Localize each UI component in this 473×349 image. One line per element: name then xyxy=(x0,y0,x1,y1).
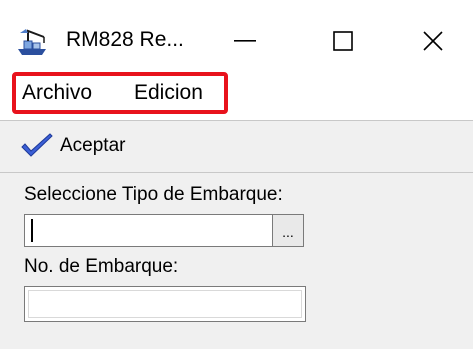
text-caret xyxy=(31,219,33,242)
app-icon xyxy=(18,29,46,55)
numero-embarque-label: No. de Embarque: xyxy=(24,256,179,277)
numero-embarque-input[interactable] xyxy=(24,286,306,322)
menu-item-archivo[interactable]: Archivo xyxy=(22,81,92,105)
close-button[interactable] xyxy=(403,14,463,68)
menu-item-edicion[interactable]: Edicion xyxy=(134,81,203,105)
maximize-button[interactable] xyxy=(313,14,373,68)
close-icon xyxy=(423,31,443,51)
toolbar-divider xyxy=(0,172,473,173)
application-window: RM828 Re... Archivo Edicion Aceptar Sele… xyxy=(0,0,473,349)
minimize-icon xyxy=(234,40,256,42)
tipo-embarque-input[interactable] xyxy=(24,214,272,247)
minimize-button[interactable] xyxy=(215,14,275,68)
window-title: RM828 Re... xyxy=(66,28,184,51)
checkmark-icon xyxy=(21,133,53,157)
menu-bar: Archivo Edicion xyxy=(0,68,473,120)
maximize-icon xyxy=(333,31,353,51)
toolbar: Aceptar xyxy=(0,121,473,172)
accept-button-label: Aceptar xyxy=(60,135,126,156)
tipo-embarque-label: Seleccione Tipo de Embarque: xyxy=(24,184,283,205)
title-bar[interactable]: RM828 Re... xyxy=(0,0,473,68)
browse-button[interactable]: ... xyxy=(272,214,304,247)
accept-button[interactable]: Aceptar xyxy=(20,132,125,160)
